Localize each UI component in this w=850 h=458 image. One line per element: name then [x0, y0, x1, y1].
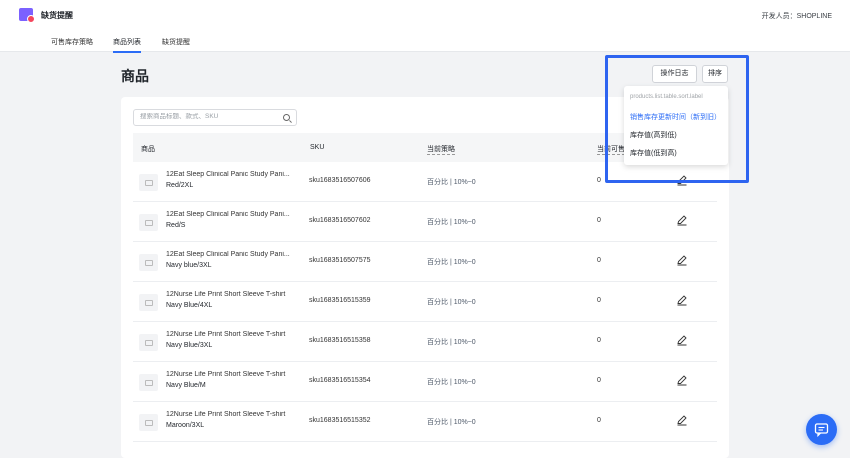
- product-name: 12Eat Sleep Clinical Panic Study Pani...: [166, 171, 290, 178]
- strategy-value: 百分比 | 10%~0: [427, 419, 476, 426]
- sku-value: sku1683516507602: [309, 217, 371, 224]
- product-name: 12Nurse Life Print Short Sleeve T-shirt: [166, 291, 286, 298]
- search-icon[interactable]: [283, 114, 290, 121]
- edit-icon[interactable]: [676, 414, 688, 426]
- product-name: 12Nurse Life Print Short Sleeve T-shirt: [166, 411, 286, 418]
- tab-bar: 可售库存策略 商品列表 缺货提醒: [0, 32, 850, 53]
- stock-value: 0: [597, 257, 601, 264]
- product-image-icon: [139, 414, 158, 431]
- product-image-icon: [139, 294, 158, 311]
- product-name: 12Eat Sleep Clinical Panic Study Pani...: [166, 211, 290, 218]
- table-row[interactable]: 12Eat Sleep Clinical Panic Study Pani...…: [133, 162, 717, 202]
- sku-value: sku1683516515354: [309, 377, 371, 384]
- sku-value: sku1683516507606: [309, 177, 371, 184]
- product-variant: Navy Blue/M: [166, 382, 206, 389]
- strategy-value: 百分比 | 10%~0: [427, 259, 476, 266]
- user-label[interactable]: 开发人员：SHOPLINE: [762, 11, 832, 21]
- stock-value: 0: [597, 337, 601, 344]
- edit-icon[interactable]: [676, 294, 688, 306]
- table-row[interactable]: 12Nurse Life Print Short Sleeve T-shirt …: [133, 402, 717, 442]
- stock-value: 0: [597, 177, 601, 184]
- stock-value: 0: [597, 297, 601, 304]
- edit-icon[interactable]: [676, 174, 688, 186]
- strategy-value: 百分比 | 10%~0: [427, 179, 476, 186]
- edit-icon[interactable]: [676, 214, 688, 226]
- sort-option-stock-desc[interactable]: 库存值(高到低): [630, 130, 677, 140]
- sku-value: sku1683516515352: [309, 417, 371, 424]
- product-image-icon: [139, 334, 158, 351]
- stock-value: 0: [597, 217, 601, 224]
- operation-log-button[interactable]: 操作日志: [652, 65, 697, 83]
- product-image-icon: [139, 174, 158, 191]
- edit-icon[interactable]: [676, 374, 688, 386]
- sku-value: sku1683516515358: [309, 337, 371, 344]
- search-input[interactable]: [140, 113, 280, 120]
- sort-option-update-time[interactable]: 销售库存更新时间（新到旧）: [630, 112, 721, 122]
- product-name: 12Eat Sleep Clinical Panic Study Pani...: [166, 251, 290, 258]
- sort-option-stock-asc[interactable]: 库存值(低到高): [630, 148, 677, 158]
- product-image-icon: [139, 214, 158, 231]
- product-variant: Red/S: [166, 222, 186, 229]
- header-strategy: 当前策略: [427, 146, 455, 155]
- product-variant: Navy Blue/3XL: [166, 342, 213, 349]
- table-row[interactable]: 12Nurse Life Print Short Sleeve T-shirt …: [133, 282, 717, 322]
- sort-dropdown: products.list.table.sort.label 销售库存更新时间（…: [624, 86, 728, 165]
- stock-value: 0: [597, 417, 601, 424]
- tab-product-list[interactable]: 商品列表: [113, 37, 141, 53]
- search-box[interactable]: [133, 109, 297, 126]
- app-logo-icon: [19, 8, 35, 23]
- tab-out-of-stock-alert[interactable]: 缺货提醒: [162, 37, 190, 47]
- table-row[interactable]: 12Nurse Life Print Short Sleeve T-shirt …: [133, 322, 717, 362]
- top-bar: 缺货提醒 开发人员：SHOPLINE: [0, 0, 850, 32]
- strategy-value: 百分比 | 10%~0: [427, 379, 476, 386]
- chat-button[interactable]: [806, 414, 837, 445]
- tab-stock-strategy[interactable]: 可售库存策略: [51, 37, 93, 47]
- edit-icon[interactable]: [676, 254, 688, 266]
- product-name: 12Nurse Life Print Short Sleeve T-shirt: [166, 371, 286, 378]
- chat-icon: [814, 423, 829, 437]
- product-image-icon: [139, 374, 158, 391]
- strategy-value: 百分比 | 10%~0: [427, 339, 476, 346]
- strategy-value: 百分比 | 10%~0: [427, 219, 476, 226]
- product-variant: Navy blue/3XL: [166, 262, 212, 269]
- sku-value: sku1683516515359: [309, 297, 371, 304]
- table-row[interactable]: 12Nurse Life Print Short Sleeve T-shirt …: [133, 362, 717, 402]
- app-title: 缺货提醒: [41, 11, 73, 20]
- strategy-value: 百分比 | 10%~0: [427, 299, 476, 306]
- edit-icon[interactable]: [676, 334, 688, 346]
- stock-value: 0: [597, 377, 601, 384]
- header-product: 商品: [141, 146, 155, 153]
- page-title: 商品: [121, 68, 149, 84]
- sku-value: sku1683516507575: [309, 257, 371, 264]
- product-variant: Maroon/3XL: [166, 422, 205, 429]
- sort-button[interactable]: 排序: [702, 65, 728, 83]
- product-variant: Navy Blue/4XL: [166, 302, 213, 309]
- product-image-icon: [139, 254, 158, 271]
- header-available-stock: 当前可售: [597, 146, 625, 155]
- product-variant: Red/2XL: [166, 182, 194, 189]
- header-sku: SKU: [310, 144, 325, 151]
- table-row[interactable]: 12Eat Sleep Clinical Panic Study Pani...…: [133, 202, 717, 242]
- sort-dropdown-label: products.list.table.sort.label: [630, 94, 703, 100]
- product-name: 12Nurse Life Print Short Sleeve T-shirt: [166, 331, 286, 338]
- table-row[interactable]: 12Eat Sleep Clinical Panic Study Pani...…: [133, 242, 717, 282]
